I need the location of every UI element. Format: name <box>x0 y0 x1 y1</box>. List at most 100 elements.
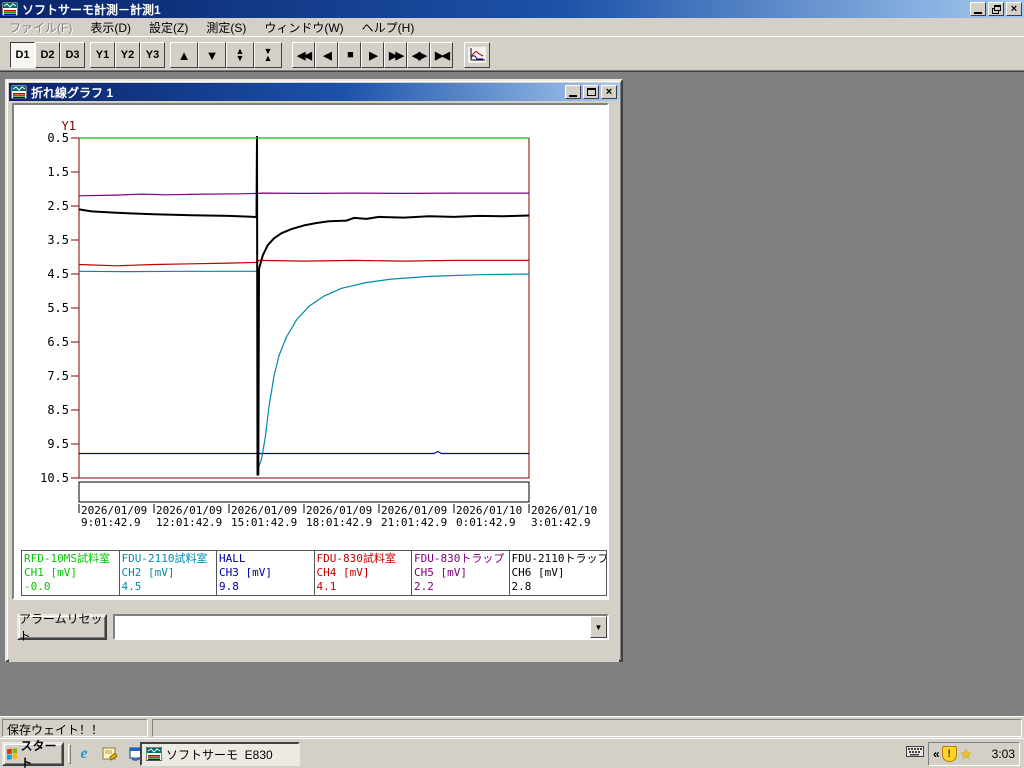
combo-dropdown-button[interactable]: ▼ <box>590 616 607 638</box>
close-button[interactable]: × <box>1006 2 1022 16</box>
toolbar-fast-forward-button[interactable]: ▶▶ <box>384 42 407 68</box>
quicklaunch-ie-icon[interactable]: e <box>74 744 94 764</box>
toolbar-scroll-down-button[interactable]: ▼ <box>198 42 226 68</box>
graph-bottom-bar: アラームリセット ▼ <box>9 605 619 662</box>
legend-ch5: FDU-830トラップ CH5 [mV] 2.2 <box>412 551 510 595</box>
main-titlebar[interactable]: ソフトサーモ計測－計測1 × <box>0 0 1024 18</box>
menu-window[interactable]: ウィンドウ(W) <box>255 17 352 38</box>
toolbar-y3-button[interactable]: Y3 <box>140 42 165 68</box>
svg-text:10.5: 10.5 <box>40 471 69 485</box>
toolbar-fast-rewind-button[interactable]: ◀◀ <box>292 42 315 68</box>
graph-window-titlebar[interactable]: 折れ線グラフ 1 × <box>9 83 619 101</box>
fast-rewind-icon: ◀◀ <box>297 49 312 62</box>
legend-ch3: HALL CH3 [mV] 9.8 <box>217 551 315 595</box>
scroll-down-icon: ▼ <box>205 47 219 63</box>
svg-text:3.5: 3.5 <box>47 233 69 247</box>
collapse-horizontal-icon: ▶◀ <box>435 49 450 62</box>
menu-measure[interactable]: 測定(S) <box>197 17 255 38</box>
step-left-icon: ◀ <box>323 49 332 62</box>
toolbar: D1 D2 D3 Y1 Y2 Y3 ▲ ▼ ▲ ▼ ▼ ▲ ◀◀ ◀ ■ ▶ ▶▶ ◀▶ ▶◀ <box>0 37 1024 71</box>
series-ch5 <box>78 192 529 197</box>
svg-text:3:01:42.9: 3:01:42.9 <box>531 516 591 529</box>
alarm-combo-input[interactable] <box>115 616 590 638</box>
window-title: ソフトサーモ計測－計測1 <box>22 2 161 17</box>
toolbar-d3-button[interactable]: D3 <box>60 42 85 68</box>
graph-close-button[interactable]: × <box>601 85 617 99</box>
scroll-up-icon: ▲ <box>177 47 191 63</box>
minimize-icon <box>974 11 982 14</box>
series-ch6 <box>78 136 530 476</box>
toolbar-collapse-vertical-button[interactable]: ▼ ▲ <box>254 42 282 68</box>
maximize-icon <box>586 88 596 96</box>
restore-button[interactable] <box>988 2 1004 16</box>
alarm-combobox[interactable]: ▼ <box>113 614 609 640</box>
series-ch3 <box>79 450 529 455</box>
x-range-box <box>78 481 530 503</box>
toolbar-collapse-horizontal-button[interactable]: ▶◀ <box>430 42 453 68</box>
star-icon[interactable]: ★ <box>960 746 973 763</box>
ime-keyboard-icon[interactable] <box>906 745 924 761</box>
toolbar-d2-button[interactable]: D2 <box>35 42 60 68</box>
screen: { "window": { "title": "ソフトサーモ計測－計測1" },… <box>0 0 1024 768</box>
toolbar-y1-button[interactable]: Y1 <box>90 42 115 68</box>
toolbar-graph-display-button[interactable] <box>464 42 490 68</box>
graph-window: 折れ線グラフ 1 × Y1 0.5 1.5 2.5 3.5 4.5 5.5 6.5 7.5 8.5… <box>5 79 623 662</box>
toolbar-step-left-button[interactable]: ◀ <box>315 42 338 68</box>
svg-text:6.5: 6.5 <box>47 335 69 349</box>
security-shield-icon[interactable]: ! <box>941 746 957 762</box>
app-icon <box>2 2 18 16</box>
app-icon <box>146 747 162 761</box>
legend-ch2: FDU-2110試料室 CH2 [mV] 4.5 <box>120 551 217 595</box>
svg-text:0.5: 0.5 <box>47 131 69 145</box>
toolbar-stop-button[interactable]: ■ <box>338 42 361 68</box>
graph-maximize-button[interactable] <box>583 85 599 99</box>
toolbar-d1-button[interactable]: D1 <box>10 42 35 68</box>
svg-text:1.5: 1.5 <box>47 165 69 179</box>
menu-file[interactable]: ファイル(F) <box>0 17 81 38</box>
restore-icon <box>991 4 1001 14</box>
step-right-icon: ▶ <box>369 49 378 62</box>
tray-chevrons-icon[interactable]: « <box>933 747 940 761</box>
svg-text:4.5: 4.5 <box>47 267 69 281</box>
line-chart: Y10.51.52.53.54.55.56.57.58.59.510.52026… <box>40 119 597 529</box>
status-panel-2 <box>152 719 1022 737</box>
toolbar-expand-horizontal-button[interactable]: ◀▶ <box>407 42 430 68</box>
svg-text:5.5: 5.5 <box>47 301 69 315</box>
toolbar-step-right-button[interactable]: ▶ <box>361 42 384 68</box>
chart-panel: Y1 0.5 1.5 2.5 3.5 4.5 5.5 6.5 7.5 8.5 9.5 10.5 2026… <box>12 103 609 600</box>
toolbar-y2-button[interactable]: Y2 <box>115 42 140 68</box>
system-tray: « ! ★ 3:03 <box>928 742 1020 766</box>
minimize-icon <box>569 94 577 97</box>
minimize-button[interactable] <box>970 2 986 16</box>
menu-help[interactable]: ヘルプ(H) <box>353 17 424 38</box>
start-button[interactable]: スタート <box>2 739 64 768</box>
svg-text:9.5: 9.5 <box>47 437 69 451</box>
svg-text:7.5: 7.5 <box>47 369 69 383</box>
app-icon <box>11 85 27 99</box>
toolbar-scroll-up-button[interactable]: ▲ <box>170 42 198 68</box>
task-button-softthermo[interactable]: ソフトサーモ E830 <box>140 742 300 766</box>
legend-table: RFD-10MS試料室 CH1 [mV] -0.0 FDU-2110試料室 CH2 [m… <box>21 550 607 596</box>
toolbar-expand-vertical-button[interactable]: ▲ ▼ <box>226 42 254 68</box>
graph-minimize-button[interactable] <box>565 85 581 99</box>
alarm-reset-button[interactable]: アラームリセット <box>17 612 107 643</box>
svg-text:8.5: 8.5 <box>47 403 69 417</box>
windows-logo-icon <box>7 747 18 760</box>
close-icon: × <box>1010 2 1018 15</box>
quicklaunch-show-desktop-icon[interactable] <box>100 744 120 764</box>
start-label: スタート <box>20 739 57 768</box>
menu-settings[interactable]: 設定(Z) <box>140 17 197 38</box>
chevron-down-icon: ▼ <box>594 622 603 632</box>
fast-forward-icon: ▶▶ <box>389 49 404 62</box>
tray-clock[interactable]: 3:03 <box>992 747 1015 761</box>
legend-ch1: RFD-10MS試料室 CH1 [mV] -0.0 <box>22 551 120 595</box>
legend-ch6: FDU-2110トラップ CH6 [mV] 2.8 <box>511 552 607 593</box>
series-ch2 <box>78 270 530 469</box>
svg-text:9:01:42.9: 9:01:42.9 <box>81 516 141 529</box>
ie-e-icon: e <box>80 745 88 762</box>
menu-view[interactable]: 表示(D) <box>81 17 140 38</box>
desktop-sheet-icon <box>102 747 118 761</box>
quicklaunch-grip[interactable] <box>68 744 71 764</box>
expand-horizontal-icon: ◀▶ <box>412 49 427 62</box>
collapse-vertical-icon: ▼ ▲ <box>263 46 273 63</box>
